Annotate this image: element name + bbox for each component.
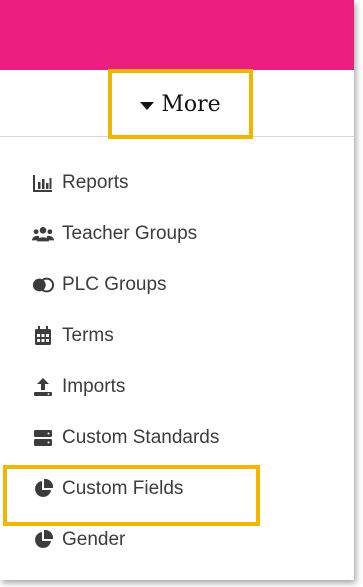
bar-chart-icon [32,172,54,194]
menu-item-teacher-groups[interactable]: Teacher Groups [0,208,354,259]
pie-chart-icon [32,529,54,551]
menu-item-label: PLC Groups [62,273,167,295]
pie-chart-icon [32,478,54,500]
more-button[interactable]: More [140,91,221,117]
users-icon [32,223,54,245]
menu-item-reports[interactable]: Reports [0,157,354,208]
upload-icon [32,376,54,398]
calendar-icon [32,325,54,347]
menu-item-label: Terms [62,324,114,346]
header-banner [0,0,354,70]
menu-item-label: Custom Fields [62,477,184,499]
menu-item-custom-standards[interactable]: Custom Standards [0,412,354,463]
menu-item-label: Custom Standards [62,426,220,448]
menu-item-label: Reports [62,171,129,193]
menu-item-terms[interactable]: Terms [0,310,354,361]
menu-panel: More Reports Teacher Groups PLC Groups T… [0,0,354,580]
menu-item-label: Imports [62,375,126,397]
more-button-highlight: More [108,69,253,139]
menu-item-label: Teacher Groups [62,222,198,244]
menu-item-plc-groups[interactable]: PLC Groups [0,259,354,310]
menu-item-label: Gender [62,528,126,550]
menu-item-gender[interactable]: Gender [0,514,354,565]
caret-down-icon [140,101,155,110]
menu-item-imports[interactable]: Imports [0,361,354,412]
server-icon [32,427,54,449]
overlapping-circles-icon [32,274,54,296]
more-button-label: More [161,91,221,117]
more-menu: Reports Teacher Groups PLC Groups Terms … [0,157,354,565]
menu-item-custom-fields[interactable]: Custom Fields [0,463,354,526]
